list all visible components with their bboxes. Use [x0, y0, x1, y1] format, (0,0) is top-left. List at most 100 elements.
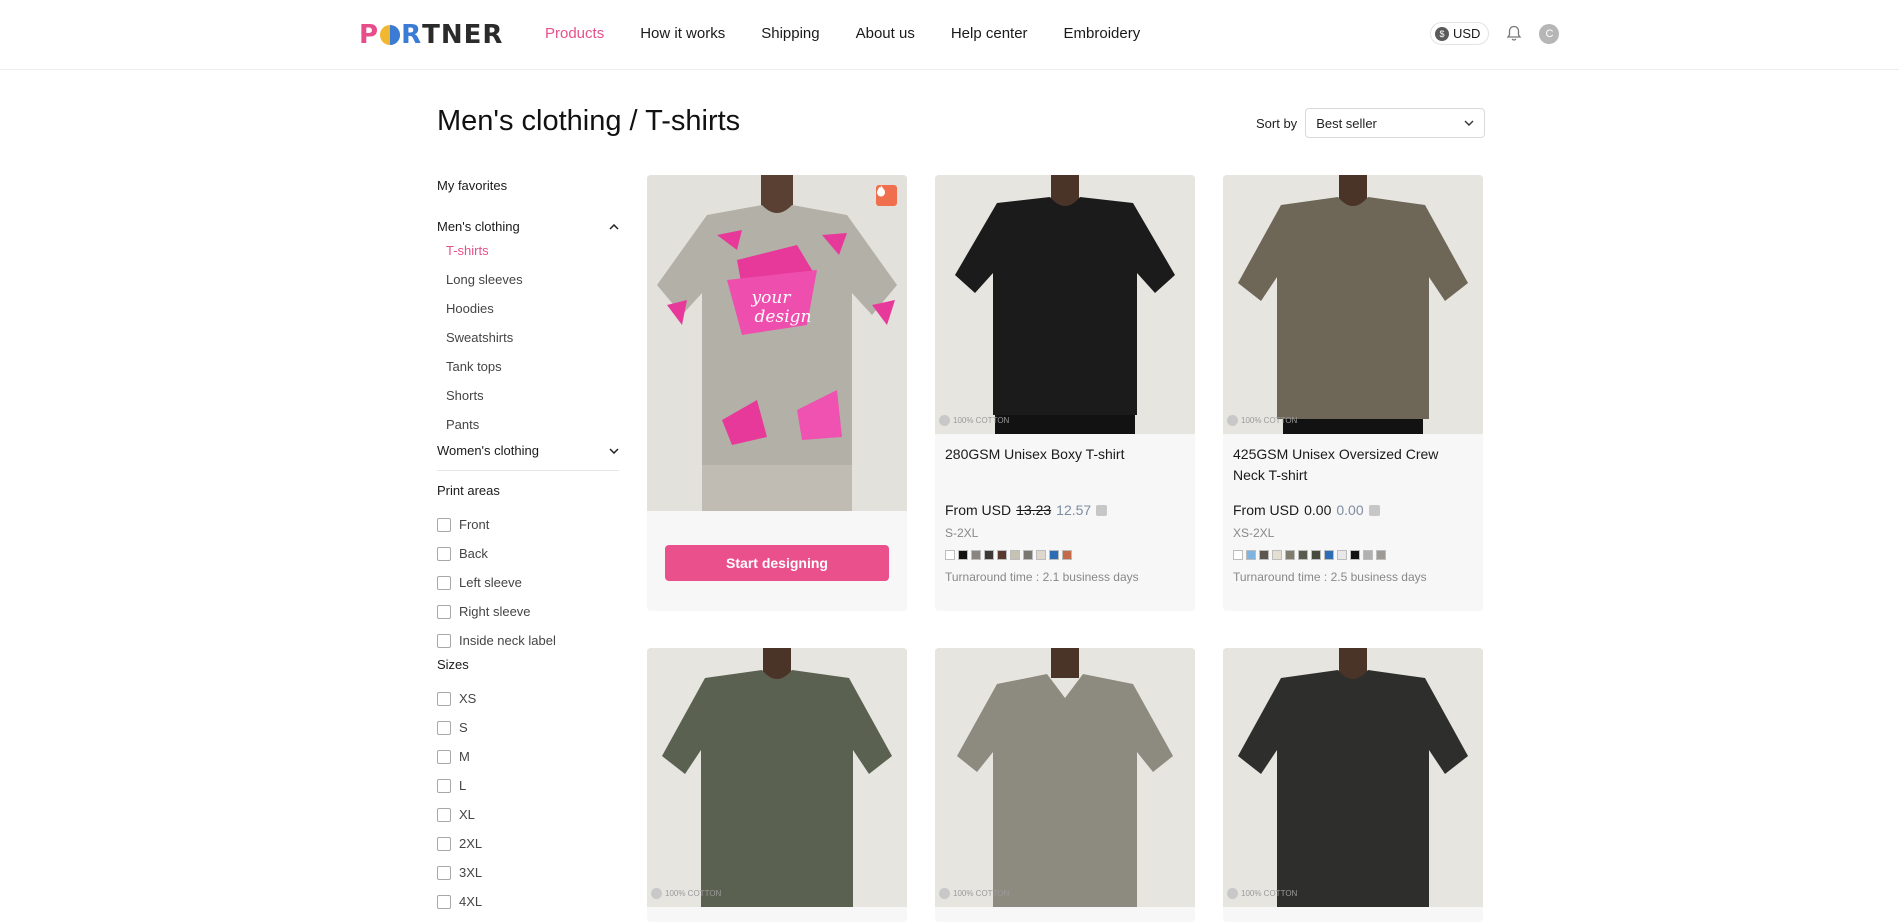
checkbox[interactable] — [437, 836, 451, 851]
color-swatch[interactable] — [1350, 550, 1360, 560]
checkbox-label: Right sleeve — [459, 604, 531, 619]
checkbox-left-sleeve[interactable]: Left sleeve — [437, 568, 619, 597]
portner-logo[interactable]: P R TNER — [359, 20, 503, 50]
color-swatch[interactable] — [1010, 550, 1020, 560]
sort-dropdown[interactable]: Best seller — [1305, 108, 1486, 138]
category-mens-clothing[interactable]: Men's clothing — [437, 219, 619, 234]
cotton-text: 100% COTTON — [1241, 416, 1298, 425]
bell-icon[interactable] — [1505, 25, 1523, 43]
checkbox[interactable] — [437, 575, 451, 590]
category-womens-clothing[interactable]: Women's clothing — [437, 443, 619, 458]
subcategory-t-shirts[interactable]: T-shirts — [437, 244, 619, 273]
sort-value: Best seller — [1316, 115, 1377, 131]
checkbox[interactable] — [437, 807, 451, 822]
checkbox-size-xl[interactable]: XL — [437, 800, 619, 829]
start-designing-button[interactable]: Start designing — [665, 545, 889, 581]
cotton-text: 100% COTTON — [665, 889, 722, 898]
checkbox-size-xs[interactable]: XS — [437, 684, 619, 713]
category-label: Women's clothing — [437, 443, 539, 458]
checkbox-size-m[interactable]: M — [437, 742, 619, 771]
checkbox-size-2xl[interactable]: 2XL — [437, 829, 619, 858]
cotton-icon — [1227, 415, 1238, 426]
cotton-text: 100% COTTON — [953, 416, 1010, 425]
chevron-down-icon — [1464, 120, 1474, 126]
checkbox-size-s[interactable]: S — [437, 713, 619, 742]
nav-about-us[interactable]: About us — [856, 25, 915, 42]
color-swatch[interactable] — [1272, 550, 1282, 560]
color-swatch[interactable] — [1036, 550, 1046, 560]
color-swatch[interactable] — [1062, 550, 1072, 560]
checkbox[interactable] — [437, 720, 451, 735]
currency-selector[interactable]: $ USD — [1430, 22, 1490, 45]
avatar[interactable]: C — [1539, 23, 1560, 44]
checkbox-label: Front — [459, 517, 490, 532]
color-swatch[interactable] — [1285, 550, 1295, 560]
color-swatch[interactable] — [997, 550, 1007, 560]
checkbox-front[interactable]: Front — [437, 510, 619, 539]
color-swatch[interactable] — [984, 550, 994, 560]
checkbox[interactable] — [437, 633, 451, 648]
product-price: From USD 13.23 12.57 — [935, 502, 1195, 518]
product-card[interactable]: 100% COTTON — [1223, 648, 1483, 922]
chevron-down-icon — [609, 447, 619, 454]
color-swatch[interactable] — [1363, 550, 1373, 560]
checkbox-size-l[interactable]: L — [437, 771, 619, 800]
checkbox[interactable] — [437, 604, 451, 619]
color-swatch[interactable] — [1311, 550, 1321, 560]
color-swatch[interactable] — [1376, 550, 1386, 560]
color-swatch[interactable] — [1023, 550, 1033, 560]
checkbox[interactable] — [437, 778, 451, 793]
cotton-icon — [1227, 888, 1238, 899]
product-image: 100% COTTON — [1223, 175, 1483, 434]
checkbox-size-4xl[interactable]: 4XL — [437, 887, 619, 916]
product-card[interactable]: 100% COTTON — [647, 648, 907, 922]
checkbox-label: M — [459, 749, 470, 764]
color-swatch[interactable] — [1049, 550, 1059, 560]
product-card[interactable]: 100% COTTON — [935, 648, 1195, 922]
product-card[interactable]: 100% COTTON 425GSM Unisex Oversized Crew… — [1223, 175, 1483, 611]
my-favorites-link[interactable]: My favorites — [437, 178, 619, 193]
color-swatch[interactable] — [1298, 550, 1308, 560]
main-nav: Products How it works Shipping About us … — [545, 25, 1176, 42]
color-swatch[interactable] — [958, 550, 968, 560]
checkbox-back[interactable]: Back — [437, 539, 619, 568]
checkbox[interactable] — [437, 517, 451, 532]
turnaround-time: Turnaround time : 2.5 business days — [1233, 570, 1427, 584]
color-swatch[interactable] — [1246, 550, 1256, 560]
cotton-text: 100% COTTON — [953, 889, 1010, 898]
color-swatch[interactable] — [1233, 550, 1243, 560]
checkbox[interactable] — [437, 894, 451, 909]
color-swatch[interactable] — [1259, 550, 1269, 560]
checkbox-right-sleeve[interactable]: Right sleeve — [437, 597, 619, 626]
checkbox[interactable] — [437, 546, 451, 561]
nav-shipping[interactable]: Shipping — [761, 25, 819, 42]
old-price: 13.23 — [1016, 502, 1052, 518]
color-swatch[interactable] — [1324, 550, 1334, 560]
nav-products[interactable]: Products — [545, 25, 604, 42]
product-price: From USD 0.00 0.00 — [1223, 502, 1483, 518]
mens-subcategories: T-shirts Long sleeves Hoodies Sweatshirt… — [437, 244, 619, 447]
checkbox-inside-neck-label[interactable]: Inside neck label — [437, 626, 619, 655]
sort-label: Sort by — [1256, 115, 1298, 131]
subcategory-long-sleeves[interactable]: Long sleeves — [437, 273, 619, 302]
color-swatch[interactable] — [945, 550, 955, 560]
color-swatch[interactable] — [1337, 550, 1347, 560]
nav-help-center[interactable]: Help center — [951, 25, 1028, 42]
subcategory-tank-tops[interactable]: Tank tops — [437, 360, 619, 389]
color-swatch[interactable] — [971, 550, 981, 560]
checkbox-label: S — [459, 720, 468, 735]
checkbox[interactable] — [437, 749, 451, 764]
cotton-badge: 100% COTTON — [651, 888, 721, 899]
nav-how-it-works[interactable]: How it works — [640, 25, 725, 42]
product-title: 280GSM Unisex Boxy T-shirt — [945, 446, 1125, 462]
subcategory-shorts[interactable]: Shorts — [437, 389, 619, 418]
checkbox-size-3xl[interactable]: 3XL — [437, 858, 619, 887]
checkbox[interactable] — [437, 691, 451, 706]
checkbox[interactable] — [437, 865, 451, 880]
product-title: 425GSM Unisex Oversized Crew Neck T-shir… — [1233, 446, 1439, 483]
subcategory-sweatshirts[interactable]: Sweatshirts — [437, 331, 619, 360]
nav-embroidery[interactable]: Embroidery — [1064, 25, 1141, 42]
subcategory-hoodies[interactable]: Hoodies — [437, 302, 619, 331]
checkbox-label: L — [459, 778, 467, 793]
product-card[interactable]: 100% COTTON 280GSM Unisex Boxy T-shirt F… — [935, 175, 1195, 611]
